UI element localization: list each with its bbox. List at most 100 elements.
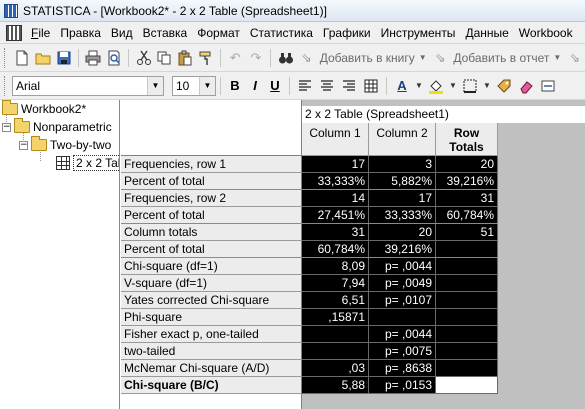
font-name-select[interactable]: Arial ▼ xyxy=(12,75,164,96)
table-cell[interactable]: 8,09 xyxy=(302,258,369,275)
table-cell[interactable]: 27,451% xyxy=(302,207,369,224)
column-header-2[interactable]: Column 2 xyxy=(369,123,436,156)
table-cell[interactable]: 5,88 xyxy=(302,377,369,394)
table-cell[interactable]: p= ,8638 xyxy=(369,360,436,377)
tree-node-2x2-table[interactable]: 2 x 2 Table xyxy=(56,154,119,172)
font-color-icon[interactable]: A xyxy=(392,76,412,96)
row-header[interactable]: Column totals xyxy=(121,224,302,241)
add-to-report-button[interactable]: Добавить в отчет ▼ xyxy=(450,51,564,65)
fill-color-icon[interactable] xyxy=(426,76,446,96)
column-header-row-totals[interactable]: Row Totals xyxy=(436,123,498,156)
table-cell[interactable] xyxy=(436,241,498,258)
toolbar-grip[interactable] xyxy=(4,75,8,96)
table-cell[interactable]: 60,784% xyxy=(436,207,498,224)
table-cell[interactable] xyxy=(436,275,498,292)
table-format-icon[interactable] xyxy=(361,76,381,96)
table-cell[interactable]: 20 xyxy=(369,224,436,241)
bold-button[interactable]: B xyxy=(225,78,245,93)
align-right-icon[interactable] xyxy=(339,76,359,96)
print-preview-icon[interactable] xyxy=(105,48,124,68)
table-cell[interactable]: p= ,0075 xyxy=(369,343,436,360)
row-header[interactable]: Frequencies, row 2 xyxy=(121,190,302,207)
menu-edit[interactable]: Правка xyxy=(55,26,106,40)
paste-icon[interactable] xyxy=(176,48,195,68)
table-cell[interactable] xyxy=(302,326,369,343)
table-cell[interactable] xyxy=(436,309,498,326)
add-to-workbook-button[interactable]: Добавить в книгу ▼ xyxy=(317,51,430,65)
table-cell[interactable]: 31 xyxy=(436,190,498,207)
open-folder-icon[interactable] xyxy=(34,48,53,68)
row-header[interactable]: two-tailed xyxy=(121,343,302,360)
table-cell[interactable]: 39,216% xyxy=(436,173,498,190)
collapse-icon[interactable]: − xyxy=(19,140,28,150)
column-header-1[interactable]: Column 1 xyxy=(302,123,369,156)
align-center-icon[interactable] xyxy=(317,76,337,96)
menu-statistics[interactable]: Статистика xyxy=(245,26,318,40)
find-binoculars-icon[interactable] xyxy=(276,48,295,68)
table-cell[interactable] xyxy=(369,309,436,326)
row-header[interactable]: Percent of total xyxy=(121,241,302,258)
table-cell[interactable] xyxy=(436,377,498,394)
table-cell[interactable]: 60,784% xyxy=(302,241,369,258)
copy-icon[interactable] xyxy=(155,48,174,68)
tree-node-nonparametric[interactable]: − Nonparametric xyxy=(2,118,112,136)
add-to-mswordicon[interactable]: ⇘ xyxy=(565,48,584,68)
tag-icon[interactable] xyxy=(494,76,514,96)
table-cell[interactable]: p= ,0049 xyxy=(369,275,436,292)
table-cell[interactable]: p= ,0153 xyxy=(369,377,436,394)
row-header[interactable]: V-square (df=1) xyxy=(121,275,302,292)
table-cell[interactable]: 17 xyxy=(302,156,369,173)
row-header[interactable]: Chi-square (B/C) xyxy=(121,377,302,394)
add-to-workbook-icon[interactable]: ⇘ xyxy=(297,48,316,68)
row-header[interactable]: Frequencies, row 1 xyxy=(121,156,302,173)
table-cell[interactable]: 39,216% xyxy=(369,241,436,258)
row-header[interactable]: Fisher exact p, one-tailed xyxy=(121,326,302,343)
decimal-places-icon[interactable] xyxy=(538,76,558,96)
table-cell[interactable]: 33,333% xyxy=(369,207,436,224)
menu-workbook[interactable]: Workbook xyxy=(514,26,578,40)
table-cell[interactable]: ,15871 xyxy=(302,309,369,326)
table-cell[interactable]: 6,51 xyxy=(302,292,369,309)
chevron-down-icon[interactable]: ▼ xyxy=(448,76,458,96)
document-menu-icon[interactable] xyxy=(6,24,22,41)
table-cell[interactable]: p= ,0044 xyxy=(369,326,436,343)
table-cell[interactable]: 31 xyxy=(302,224,369,241)
table-cell[interactable]: 33,333% xyxy=(302,173,369,190)
table-cell[interactable] xyxy=(302,343,369,360)
row-header[interactable]: Phi-square xyxy=(121,309,302,326)
menu-format[interactable]: Формат xyxy=(192,26,245,40)
underline-button[interactable]: U xyxy=(265,78,285,93)
row-header[interactable]: McNemar Chi-square (A/D) xyxy=(121,360,302,377)
row-header[interactable]: Percent of total xyxy=(121,207,302,224)
eraser-icon[interactable] xyxy=(516,76,536,96)
undo-icon[interactable]: ↶ xyxy=(226,48,245,68)
add-to-report-icon[interactable]: ⇘ xyxy=(431,48,450,68)
table-cell[interactable]: ,03 xyxy=(302,360,369,377)
table-cell[interactable]: 7,94 xyxy=(302,275,369,292)
cut-icon[interactable] xyxy=(134,48,153,68)
table-cell[interactable] xyxy=(436,360,498,377)
row-header[interactable]: Chi-square (df=1) xyxy=(121,258,302,275)
align-left-icon[interactable] xyxy=(295,76,315,96)
save-icon[interactable] xyxy=(54,48,73,68)
table-cell[interactable]: p= ,0044 xyxy=(369,258,436,275)
table-cell[interactable]: p= ,0107 xyxy=(369,292,436,309)
table-cell[interactable]: 17 xyxy=(369,190,436,207)
table-cell[interactable]: 14 xyxy=(302,190,369,207)
row-header[interactable]: Percent of total xyxy=(121,173,302,190)
tree-node-workbook[interactable]: Workbook2* xyxy=(2,100,86,118)
chevron-down-icon[interactable]: ▼ xyxy=(199,76,215,95)
redo-icon[interactable]: ↷ xyxy=(247,48,266,68)
collapse-icon[interactable]: − xyxy=(2,122,11,132)
menu-graphs[interactable]: Графики xyxy=(318,26,376,40)
menu-insert[interactable]: Вставка xyxy=(138,26,193,40)
chevron-down-icon[interactable]: ▼ xyxy=(147,76,163,95)
new-document-icon[interactable] xyxy=(13,48,32,68)
italic-button[interactable]: I xyxy=(245,78,265,93)
row-header[interactable]: Yates corrected Chi-square xyxy=(121,292,302,309)
table-cell[interactable]: 3 xyxy=(369,156,436,173)
chevron-down-icon[interactable]: ▼ xyxy=(482,76,492,96)
table-cell[interactable] xyxy=(436,258,498,275)
borders-icon[interactable] xyxy=(460,76,480,96)
table-cell[interactable] xyxy=(436,292,498,309)
